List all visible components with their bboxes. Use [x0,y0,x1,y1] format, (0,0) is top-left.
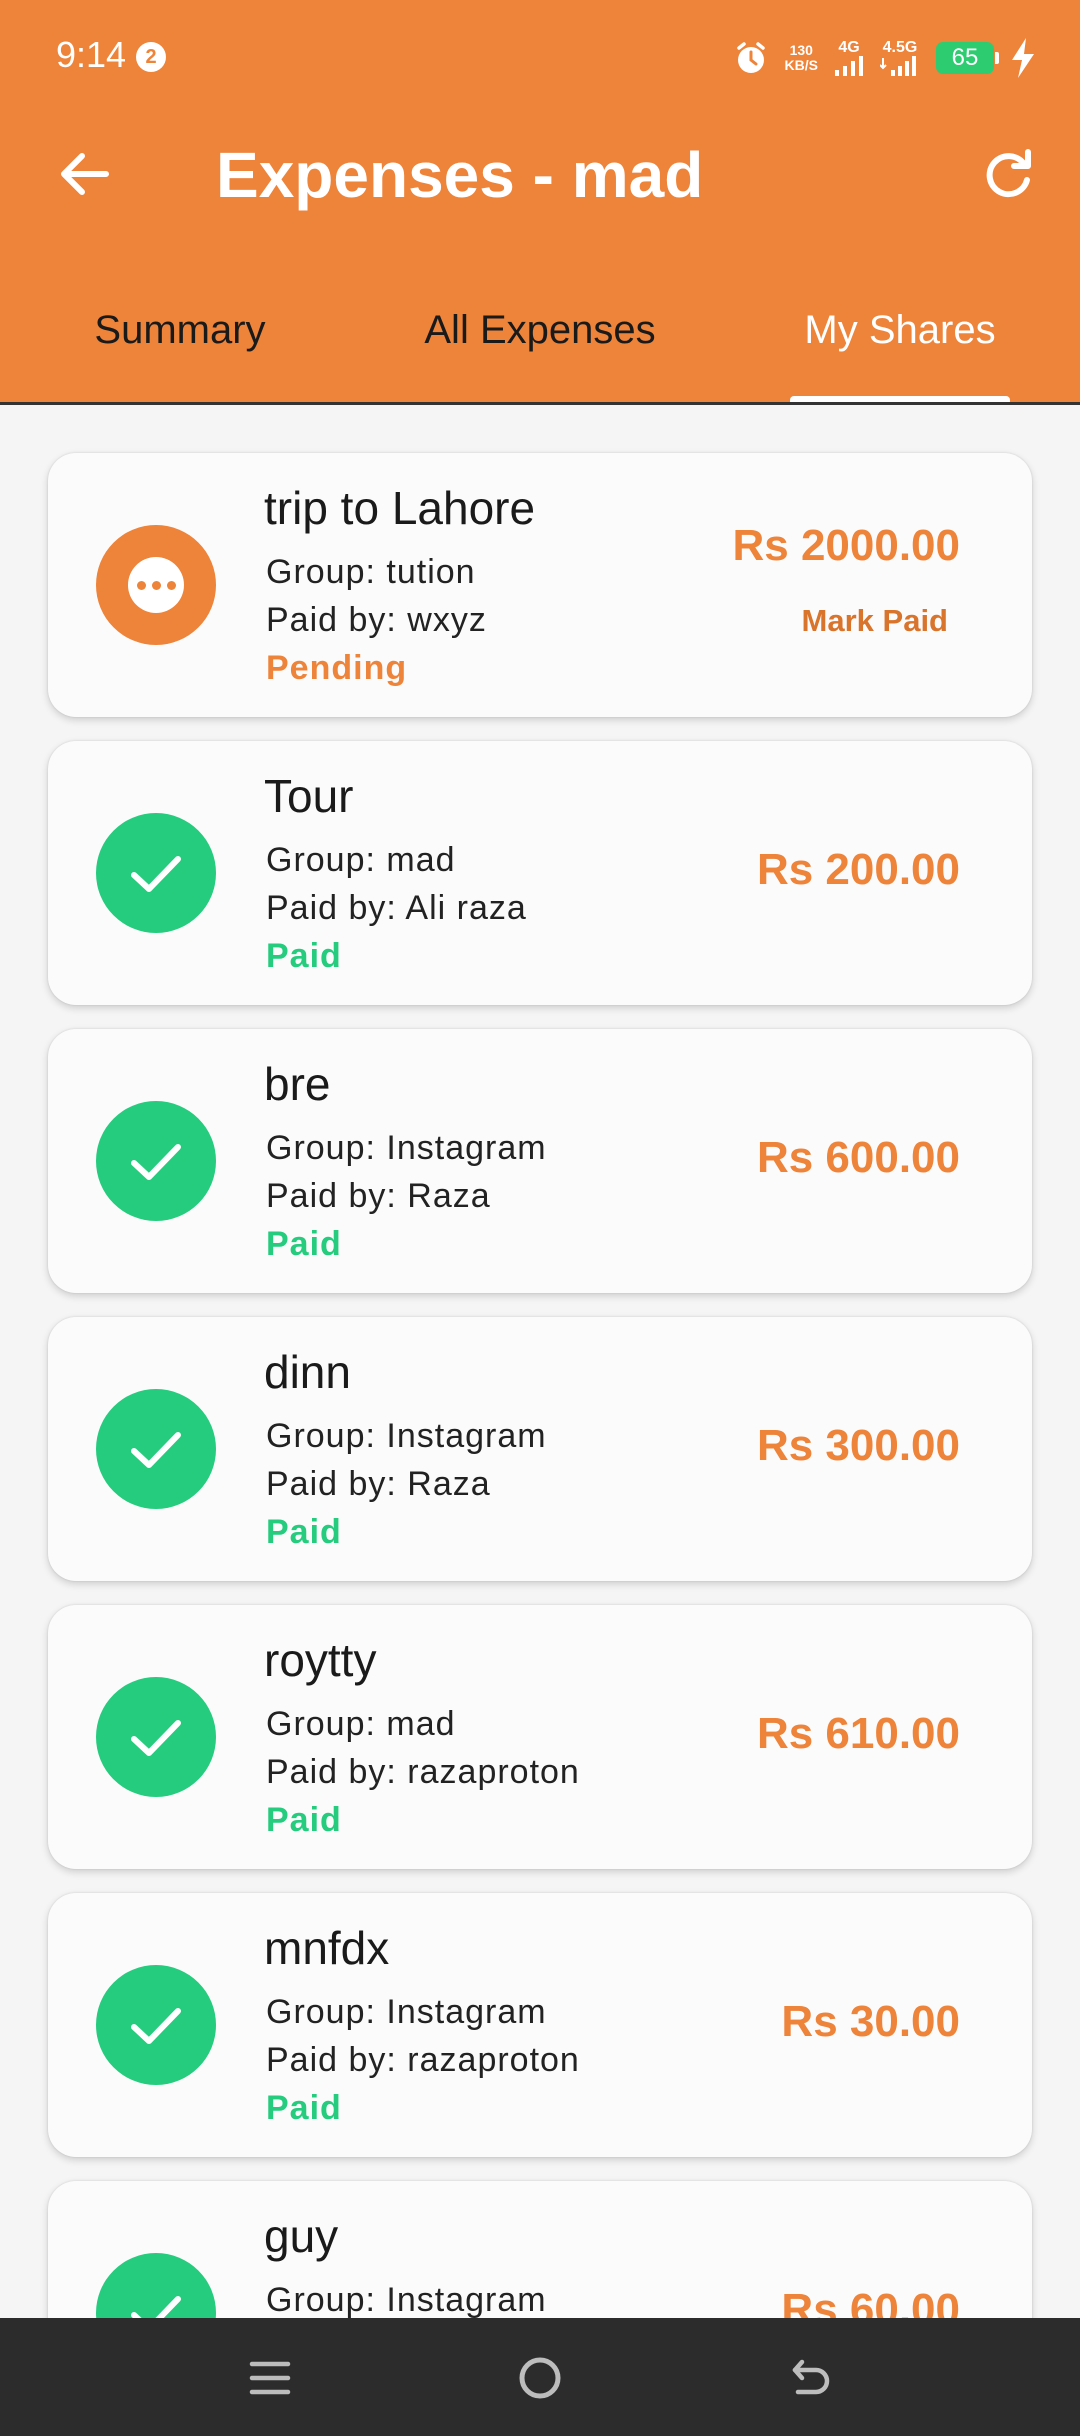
expense-paid-by: Paid by: razaproton [266,1753,580,1791]
refresh-button[interactable] [976,142,1040,206]
expense-status: Paid [266,1801,342,1839]
home-button[interactable] [510,2348,570,2408]
more-horizontal-icon [128,557,184,613]
arrow-left-icon [61,153,109,195]
expense-status: Paid [266,1513,342,1551]
status-avatar [96,525,216,645]
signal-4g: 4G [834,40,864,76]
tab-summary[interactable]: Summary [0,290,360,404]
expense-paid-by: Paid by: Ali raza [266,889,527,927]
expense-card[interactable]: trip to Lahore Group: tution Paid by: wx… [48,453,1032,717]
recents-button[interactable] [240,2348,300,2408]
expense-paid-by: Paid by: Raza [266,1177,491,1215]
status-avatar [96,1677,216,1797]
expense-card[interactable]: guy Group: Instagram Rs 60.00 [48,2181,1032,2318]
expense-group: Group: mad [266,841,456,879]
expense-title: dinn [264,1346,351,1398]
expense-status: Paid [266,1225,342,1263]
check-icon [131,856,181,892]
expense-title: trip to Lahore [264,482,536,534]
signal-bars-icon [835,56,863,76]
expense-amount: Rs 200.00 [756,845,960,894]
expense-paid-by: Paid by: razaproton [266,2041,580,2079]
expense-card[interactable]: Tour Group: mad Paid by: Ali raza Paid R… [48,741,1032,1005]
expense-group: Group: Instagram [266,1993,547,2031]
expense-amount: Rs 2000.00 [732,521,960,570]
expense-card[interactable]: mnfdx Group: Instagram Paid by: razaprot… [48,1893,1032,2157]
status-avatar [96,813,216,933]
expense-amount: Rs 610.00 [756,1709,960,1758]
net-speed: 130 KB/S [784,42,818,73]
app-bar: 9:14 2 130 KB/S 4G 4.5G 65 Expenses - ma… [0,0,1080,404]
check-icon [131,1144,181,1180]
menu-icon [249,2361,291,2395]
check-icon [131,1432,181,1468]
status-bar: 9:14 2 130 KB/S 4G 4.5G 65 [0,0,1080,112]
tab-all-expenses[interactable]: All Expenses [360,290,720,404]
refresh-icon [986,149,1031,198]
expense-group: Group: mad [266,1705,456,1743]
status-avatar [96,1101,216,1221]
page-title: Expenses - mad [216,139,704,211]
expense-card[interactable]: dinn Group: Instagram Paid by: Raza Paid… [48,1317,1032,1581]
status-avatar [96,2253,216,2318]
expense-card[interactable]: roytty Group: mad Paid by: razaproton Pa… [48,1605,1032,1869]
expense-card[interactable]: bre Group: Instagram Paid by: Raza Paid … [48,1029,1032,1293]
check-icon [131,2296,181,2318]
back-arrow-icon [792,2359,830,2395]
alarm-icon [736,42,765,73]
expense-title: mnfdx [264,1922,390,1974]
expense-title: roytty [264,1634,377,1686]
expense-amount: Rs 30.00 [781,1997,960,2046]
expense-status: Paid [266,937,342,975]
mark-paid-button[interactable]: Mark Paid [802,603,948,639]
expense-group: Group: Instagram [266,1129,547,1167]
tab-my-shares[interactable]: My Shares [720,290,1080,404]
expense-list[interactable]: trip to Lahore Group: tution Paid by: wx… [0,405,1080,2318]
signal-bars-icon [880,56,916,76]
expense-paid-by: Paid by: wxyz [266,601,487,639]
signal-4-5g: 4.5G [880,40,920,76]
expense-title: guy [264,2210,339,2262]
expense-amount: Rs 300.00 [756,1421,960,1470]
expense-status: Pending [266,649,408,687]
battery-indicator: 65 [936,42,999,74]
back-button[interactable] [52,142,116,206]
expense-group: Group: Instagram [266,1417,547,1455]
system-nav-bar [0,2318,1080,2436]
charging-icon [1012,38,1034,78]
expense-title: Tour [264,770,354,822]
expense-title: bre [264,1058,331,1110]
status-time: 9:14 [56,34,127,75]
expense-paid-by: Paid by: Raza [266,1465,491,1503]
expense-amount: Rs 600.00 [756,1133,960,1182]
check-icon [131,2008,181,2044]
check-icon [131,1720,181,1756]
notification-badge: 2 [136,42,166,72]
status-avatar [96,1965,216,2085]
expense-status: Paid [266,2089,342,2127]
expense-group: Group: Instagram [266,2281,547,2318]
status-avatar [96,1389,216,1509]
home-circle-icon [519,2357,561,2399]
expense-group: Group: tution [266,553,476,591]
back-nav-button[interactable] [780,2348,840,2408]
status-icons: 130 KB/S 4G 4.5G 65 [733,36,1036,80]
tab-bar: Summary All Expenses My Shares [0,290,1080,404]
expense-amount: Rs 60.00 [781,2285,960,2318]
